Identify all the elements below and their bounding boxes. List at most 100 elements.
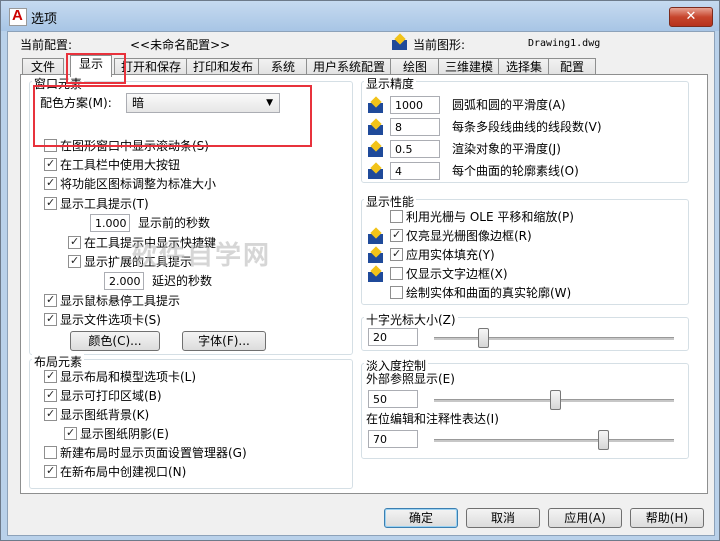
checkbox-box[interactable]	[390, 245, 403, 263]
checkbox-label: 利用光栅与 OLE 平移和缩放(P)	[406, 210, 574, 224]
checkbox-ribbon-icons[interactable]: 将功能区图标调整为标准大小	[44, 174, 217, 193]
checkbox-label: 显示文件选项卡(S)	[60, 313, 161, 327]
extended-delay-input[interactable]: 2.000	[104, 272, 144, 290]
checkbox-label: 绘制实体和曲面的真实轮廓(W)	[406, 286, 572, 300]
crosshair-size-group: 十字光标大小(Z) 20	[361, 311, 689, 351]
checkbox-solid-fill[interactable]: 应用实体填充(Y)	[390, 245, 495, 264]
checkbox-box[interactable]	[44, 405, 57, 423]
options-dialog: A 选项 ✕ 当前配置: <<未命名配置>> 当前图形: Drawing1.dw…	[0, 0, 720, 541]
inplace-slider-thumb[interactable]	[598, 430, 609, 450]
checkbox-box[interactable]	[68, 233, 81, 251]
xref-display-label: 外部参照显示(E)	[366, 372, 455, 386]
checkbox-label: 显示可打印区域(B)	[60, 389, 162, 403]
drawing-saved-icon	[368, 118, 383, 135]
checkbox-box[interactable]	[390, 286, 403, 299]
drawing-saved-icon	[368, 246, 383, 263]
window-title: 选项	[31, 12, 58, 27]
checkbox-create-viewport[interactable]: 在新布局中创建视口(N)	[44, 462, 187, 481]
checkbox-label: 在工具栏中使用大按钮	[60, 158, 181, 172]
checkbox-box[interactable]	[390, 210, 403, 223]
crosshair-size-title: 十字光标大小(Z)	[364, 311, 458, 328]
checkbox-label: 仅显示文字边框(X)	[406, 267, 508, 281]
ok-button[interactable]: 确定	[384, 508, 458, 528]
title-bar[interactable]: A 选项 ✕	[1, 1, 719, 31]
checkbox-box[interactable]	[390, 267, 403, 280]
current-profile-label: 当前配置:	[20, 38, 73, 52]
checkbox-label: 在新布局中创建视口(N)	[60, 465, 187, 479]
layout-elements-group: 布局元素 显示布局和模型选项卡(L) 显示可打印区域(B) 显示图纸背景(K) …	[29, 353, 353, 489]
arc-smoothness-label: 圆弧和圆的平滑度(A)	[452, 98, 566, 112]
checkbox-box[interactable]	[44, 194, 57, 212]
colors-button[interactable]: 颜色(C)...	[70, 331, 160, 351]
checkbox-layout-tabs[interactable]: 显示布局和模型选项卡(L)	[44, 367, 197, 386]
crosshair-slider-thumb[interactable]	[478, 328, 489, 348]
checkbox-label: 新建布局时显示页面设置管理器(G)	[60, 446, 247, 460]
checkbox-label: 仅亮显光栅图像边框(R)	[406, 229, 532, 243]
help-button[interactable]: 帮助(H)	[630, 508, 704, 528]
xref-display-input[interactable]: 50	[368, 390, 418, 408]
checkbox-box[interactable]	[44, 291, 57, 309]
checkbox-box[interactable]	[44, 174, 57, 192]
display-resolution-title: 显示精度	[364, 75, 417, 92]
xref-slider-thumb[interactable]	[550, 390, 561, 410]
checkbox-printable-area[interactable]: 显示可打印区域(B)	[44, 386, 162, 405]
checkbox-box[interactable]	[44, 446, 57, 459]
polyline-segments-label: 每条多段线曲线的线段数(V)	[452, 120, 602, 134]
crosshair-slider-track[interactable]	[434, 337, 674, 340]
tab-display[interactable]: 显示	[70, 55, 112, 77]
checkbox-box[interactable]	[390, 226, 403, 244]
tooltip-delay-label: 显示前的秒数	[138, 216, 211, 230]
checkbox-box[interactable]	[68, 252, 81, 270]
extended-delay-label: 延迟的秒数	[152, 274, 213, 288]
checkbox-box[interactable]	[44, 462, 57, 480]
contour-lines-label: 每个曲面的轮廓素线(O)	[452, 164, 579, 178]
checkbox-label: 显示鼠标悬停工具提示	[60, 294, 181, 308]
checkbox-paper-shadow[interactable]: 显示图纸阴影(E)	[64, 424, 169, 443]
current-profile-value: <<未命名配置>>	[130, 38, 231, 52]
inplace-edit-input[interactable]: 70	[368, 430, 418, 448]
close-button[interactable]: ✕	[669, 7, 713, 27]
highlight-color-scheme	[33, 85, 312, 147]
render-smoothness-label: 渲染对象的平滑度(J)	[452, 142, 561, 156]
checkbox-box[interactable]	[44, 310, 57, 328]
drawing-saved-icon	[368, 140, 383, 157]
checkbox-true-silhouettes[interactable]: 绘制实体和曲面的真实轮廓(W)	[390, 284, 571, 302]
drawing-saved-icon	[368, 265, 383, 282]
fonts-button[interactable]: 字体(F)...	[182, 331, 266, 351]
checkbox-raster-ole[interactable]: 利用光栅与 OLE 平移和缩放(P)	[390, 208, 574, 226]
checkbox-large-buttons[interactable]: 在工具栏中使用大按钮	[44, 155, 181, 174]
checkbox-box[interactable]	[44, 367, 57, 385]
drawing-saved-icon	[368, 227, 383, 244]
fade-control-group: 淡入度控制 外部参照显示(E) 50 在位编辑和注释性表达(I) 70	[361, 357, 689, 459]
checkbox-rollover-tooltips[interactable]: 显示鼠标悬停工具提示	[44, 291, 181, 310]
checkbox-box[interactable]	[64, 424, 77, 442]
arc-smoothness-input[interactable]: 1000	[390, 96, 440, 114]
cancel-button[interactable]: 取消	[466, 508, 540, 528]
current-drawing-label: 当前图形:	[413, 38, 466, 52]
checkbox-label: 显示布局和模型选项卡(L)	[60, 370, 197, 384]
autocad-logo-icon: A	[9, 7, 27, 26]
checkbox-show-tooltips[interactable]: 显示工具提示(T)	[44, 194, 149, 213]
checkbox-label: 显示工具提示(T)	[60, 197, 149, 211]
checkbox-text-frame[interactable]: 仅显示文字边框(X)	[390, 265, 508, 283]
checkbox-label: 显示图纸阴影(E)	[80, 427, 169, 441]
polyline-segments-input[interactable]: 8	[390, 118, 440, 136]
render-smoothness-input[interactable]: 0.5	[390, 140, 440, 158]
checkbox-box[interactable]	[44, 386, 57, 404]
inplace-slider-track[interactable]	[434, 439, 674, 442]
display-resolution-group: 显示精度 1000 圆弧和圆的平滑度(A) 8 每条多段线曲线的线段数(V) 0…	[361, 75, 689, 183]
checkbox-paper-background[interactable]: 显示图纸背景(K)	[44, 405, 149, 424]
crosshair-size-input[interactable]: 20	[368, 328, 418, 346]
checkbox-label: 将功能区图标调整为标准大小	[60, 177, 217, 191]
checkbox-box[interactable]	[44, 155, 57, 173]
drawing-icon	[392, 33, 407, 50]
tooltip-delay-input[interactable]: 1.000	[90, 214, 130, 232]
drawing-saved-icon	[368, 162, 383, 179]
checkbox-raster-frame[interactable]: 仅亮显光栅图像边框(R)	[390, 226, 532, 245]
checkbox-file-tabs[interactable]: 显示文件选项卡(S)	[44, 310, 161, 329]
checkbox-page-setup-manager[interactable]: 新建布局时显示页面设置管理器(G)	[44, 444, 247, 462]
inplace-edit-label: 在位编辑和注释性表达(I)	[366, 412, 499, 426]
current-drawing-value: Drawing1.dwg	[528, 38, 601, 49]
apply-button[interactable]: 应用(A)	[548, 508, 622, 528]
contour-lines-input[interactable]: 4	[390, 162, 440, 180]
